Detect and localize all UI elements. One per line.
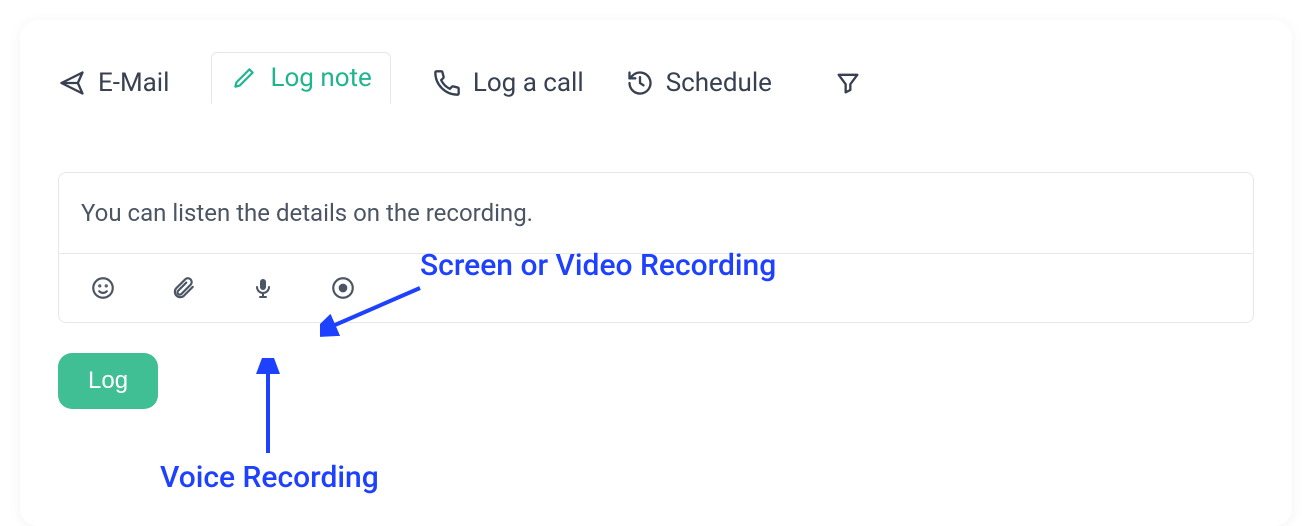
tabs: E-Mail Log note Log a call Schedule (20, 20, 1292, 104)
emoji-button[interactable] (87, 272, 119, 304)
microphone-icon (251, 276, 275, 300)
history-icon (626, 69, 654, 97)
paperclip-icon (170, 275, 196, 301)
tab-label: Log note (270, 63, 371, 93)
note-textarea[interactable]: You can listen the details on the record… (59, 173, 1253, 254)
filter-icon (834, 69, 862, 97)
smiley-icon (90, 275, 116, 301)
tab-label: Schedule (666, 68, 772, 98)
tab-log-call[interactable]: Log a call (433, 68, 584, 98)
tab-label: E-Mail (98, 68, 169, 98)
phone-icon (433, 69, 461, 97)
attachment-button[interactable] (167, 272, 199, 304)
pencil-icon (230, 64, 258, 92)
log-button[interactable]: Log (58, 353, 158, 409)
activity-card: E-Mail Log note Log a call Schedule (20, 20, 1292, 526)
note-composer: You can listen the details on the record… (58, 172, 1254, 323)
send-icon (58, 69, 86, 97)
record-icon (330, 275, 356, 301)
tab-label: Log a call (473, 68, 584, 98)
voice-record-button[interactable] (247, 272, 279, 304)
tab-schedule[interactable]: Schedule (626, 68, 772, 98)
tab-log-note[interactable]: Log note (211, 52, 390, 104)
tab-email[interactable]: E-Mail (58, 68, 169, 98)
screen-record-button[interactable] (327, 272, 359, 304)
filter-button[interactable] (834, 69, 862, 97)
composer-toolbar (59, 254, 1253, 322)
